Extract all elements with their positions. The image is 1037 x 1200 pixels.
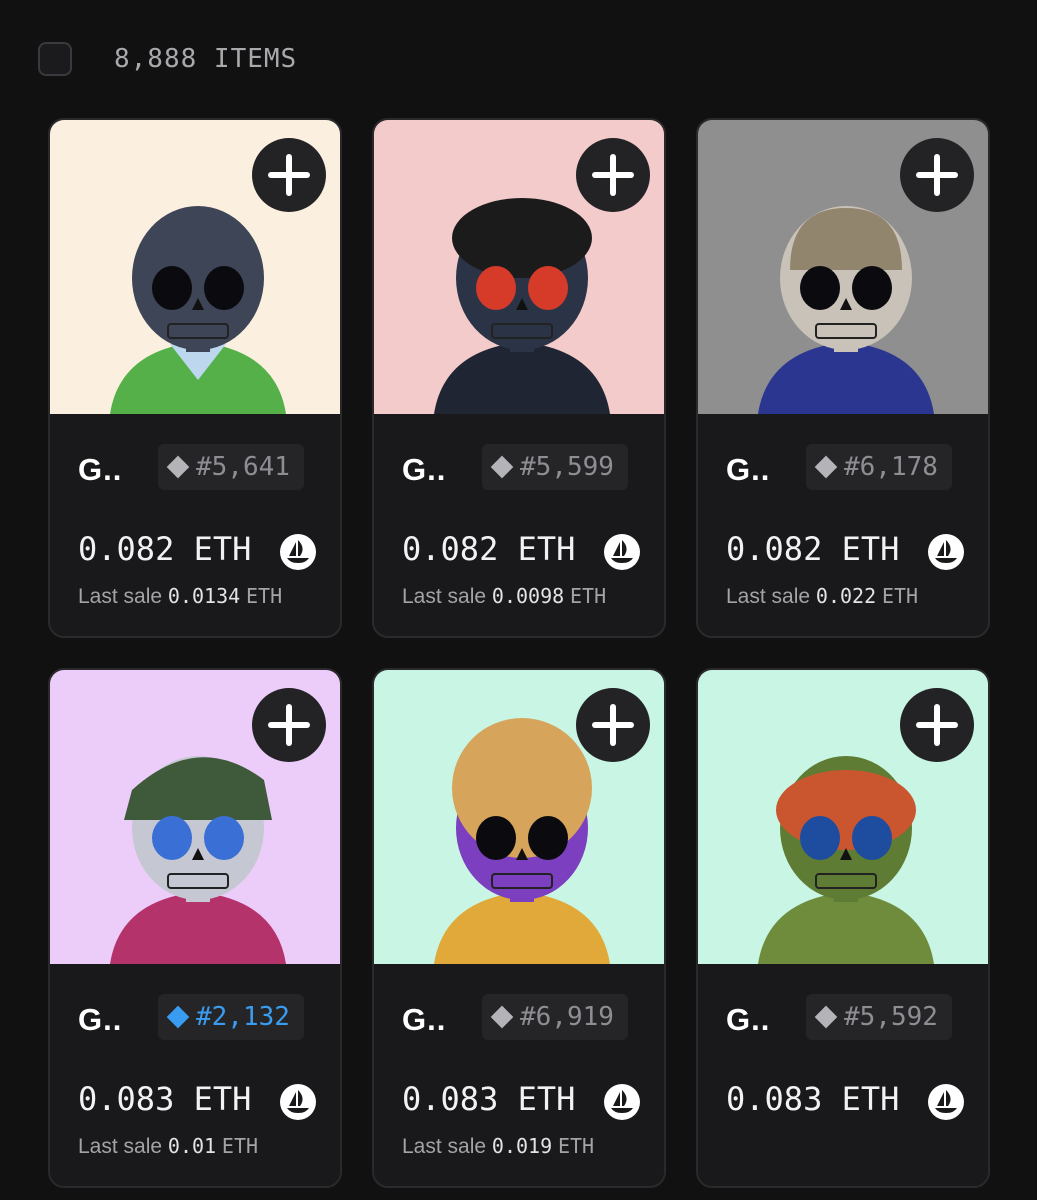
nft-name: G.. <box>402 1002 447 1037</box>
token-id-badge: #2,132 <box>158 994 304 1040</box>
plus-icon[interactable] <box>900 138 974 212</box>
token-id: #6,178 <box>844 452 938 482</box>
last-sale-value: 0.022 <box>815 584 877 608</box>
nft-image[interactable] <box>374 670 664 964</box>
opensea-icon <box>928 534 964 570</box>
nft-card[interactable]: G.. #5,592 0.083 ETH <box>696 668 990 1188</box>
token-id: #5,641 <box>196 452 290 482</box>
opensea-icon <box>928 1084 964 1120</box>
price: 0.082 ETH <box>726 530 900 568</box>
opensea-icon <box>604 1084 640 1120</box>
last-sale: Last sale 0.019 ETH <box>402 1134 594 1159</box>
nft-card-info: G.. #5,599 0.082 ETH Last sale 0.0098 ETH <box>374 414 664 636</box>
last-sale-unit: ETH <box>221 1134 259 1158</box>
last-sale-value: 0.0098 <box>491 584 565 608</box>
plus-icon[interactable] <box>252 138 326 212</box>
toolbar: 8,888 ITEMS <box>0 0 1037 118</box>
plus-icon[interactable] <box>900 688 974 762</box>
token-id-badge: #6,919 <box>482 994 628 1040</box>
last-sale-value: 0.0134 <box>167 584 241 608</box>
diamond-icon <box>166 1005 190 1029</box>
diamond-icon <box>814 1005 838 1029</box>
token-id: #5,592 <box>844 1002 938 1032</box>
price: 0.082 ETH <box>78 530 252 568</box>
last-sale: Last sale 0.0098 ETH <box>402 584 606 609</box>
opensea-icon <box>280 1084 316 1120</box>
last-sale-unit: ETH <box>570 584 607 608</box>
nft-card-info: G.. #5,641 0.082 ETH Last sale 0.0134 ETH <box>50 414 340 636</box>
diamond-icon <box>814 455 838 479</box>
nft-card-info: G.. #5,592 0.083 ETH <box>698 964 988 1186</box>
nft-image[interactable] <box>50 670 340 964</box>
nft-card[interactable]: G.. #6,178 0.082 ETH Last sale 0.022 ETH <box>696 118 990 638</box>
nft-name: G.. <box>726 1002 771 1037</box>
last-sale-value: 0.01 <box>167 1134 217 1158</box>
nft-name: G.. <box>78 452 123 487</box>
diamond-icon <box>490 455 514 479</box>
nft-card[interactable]: G.. #5,641 0.082 ETH Last sale 0.0134 ETH <box>48 118 342 638</box>
nft-image[interactable] <box>374 120 664 414</box>
nft-card[interactable]: G.. #5,599 0.082 ETH Last sale 0.0098 ETH <box>372 118 666 638</box>
token-id: #5,599 <box>520 452 614 482</box>
last-sale-value: 0.019 <box>491 1134 553 1158</box>
price: 0.082 ETH <box>402 530 576 568</box>
plus-icon[interactable] <box>576 138 650 212</box>
opensea-icon <box>280 534 316 570</box>
nft-card-info: G.. #6,919 0.083 ETH Last sale 0.019 ETH <box>374 964 664 1186</box>
token-id-badge: #5,592 <box>806 994 952 1040</box>
token-id-badge: #5,599 <box>482 444 628 490</box>
nft-name: G.. <box>726 452 771 487</box>
price: 0.083 ETH <box>726 1080 900 1118</box>
opensea-icon <box>604 534 640 570</box>
plus-icon[interactable] <box>576 688 650 762</box>
nft-image[interactable] <box>698 670 988 964</box>
nft-image[interactable] <box>50 120 340 414</box>
last-sale-label: Last sale <box>402 1135 487 1158</box>
last-sale: Last sale 0.022 ETH <box>726 584 918 609</box>
diamond-icon <box>490 1005 514 1029</box>
nft-name: G.. <box>78 1002 123 1037</box>
token-id: #2,132 <box>196 1002 290 1032</box>
select-all-checkbox[interactable] <box>38 42 72 76</box>
last-sale-unit: ETH <box>881 584 919 608</box>
token-id-badge: #6,178 <box>806 444 952 490</box>
last-sale-label: Last sale <box>78 585 163 608</box>
last-sale-label: Last sale <box>78 1135 163 1158</box>
token-id: #6,919 <box>520 1002 614 1032</box>
last-sale: Last sale 0.0134 ETH <box>78 584 282 609</box>
price: 0.083 ETH <box>402 1080 576 1118</box>
items-count: 8,888 ITEMS <box>114 44 298 74</box>
nft-card[interactable]: G.. #6,919 0.083 ETH Last sale 0.019 ETH <box>372 668 666 1188</box>
nft-card[interactable]: G.. #2,132 0.083 ETH Last sale 0.01 ETH <box>48 668 342 1188</box>
last-sale: Last sale 0.01 ETH <box>78 1134 258 1159</box>
last-sale-unit: ETH <box>246 584 283 608</box>
last-sale-label: Last sale <box>402 585 487 608</box>
plus-icon[interactable] <box>252 688 326 762</box>
nft-image[interactable] <box>698 120 988 414</box>
price: 0.083 ETH <box>78 1080 252 1118</box>
nft-name: G.. <box>402 452 447 487</box>
nft-card-info: G.. #2,132 0.083 ETH Last sale 0.01 ETH <box>50 964 340 1186</box>
diamond-icon <box>166 455 190 479</box>
token-id-badge: #5,641 <box>158 444 304 490</box>
last-sale-label: Last sale <box>726 585 811 608</box>
last-sale-unit: ETH <box>557 1134 595 1158</box>
nft-card-info: G.. #6,178 0.082 ETH Last sale 0.022 ETH <box>698 414 988 636</box>
